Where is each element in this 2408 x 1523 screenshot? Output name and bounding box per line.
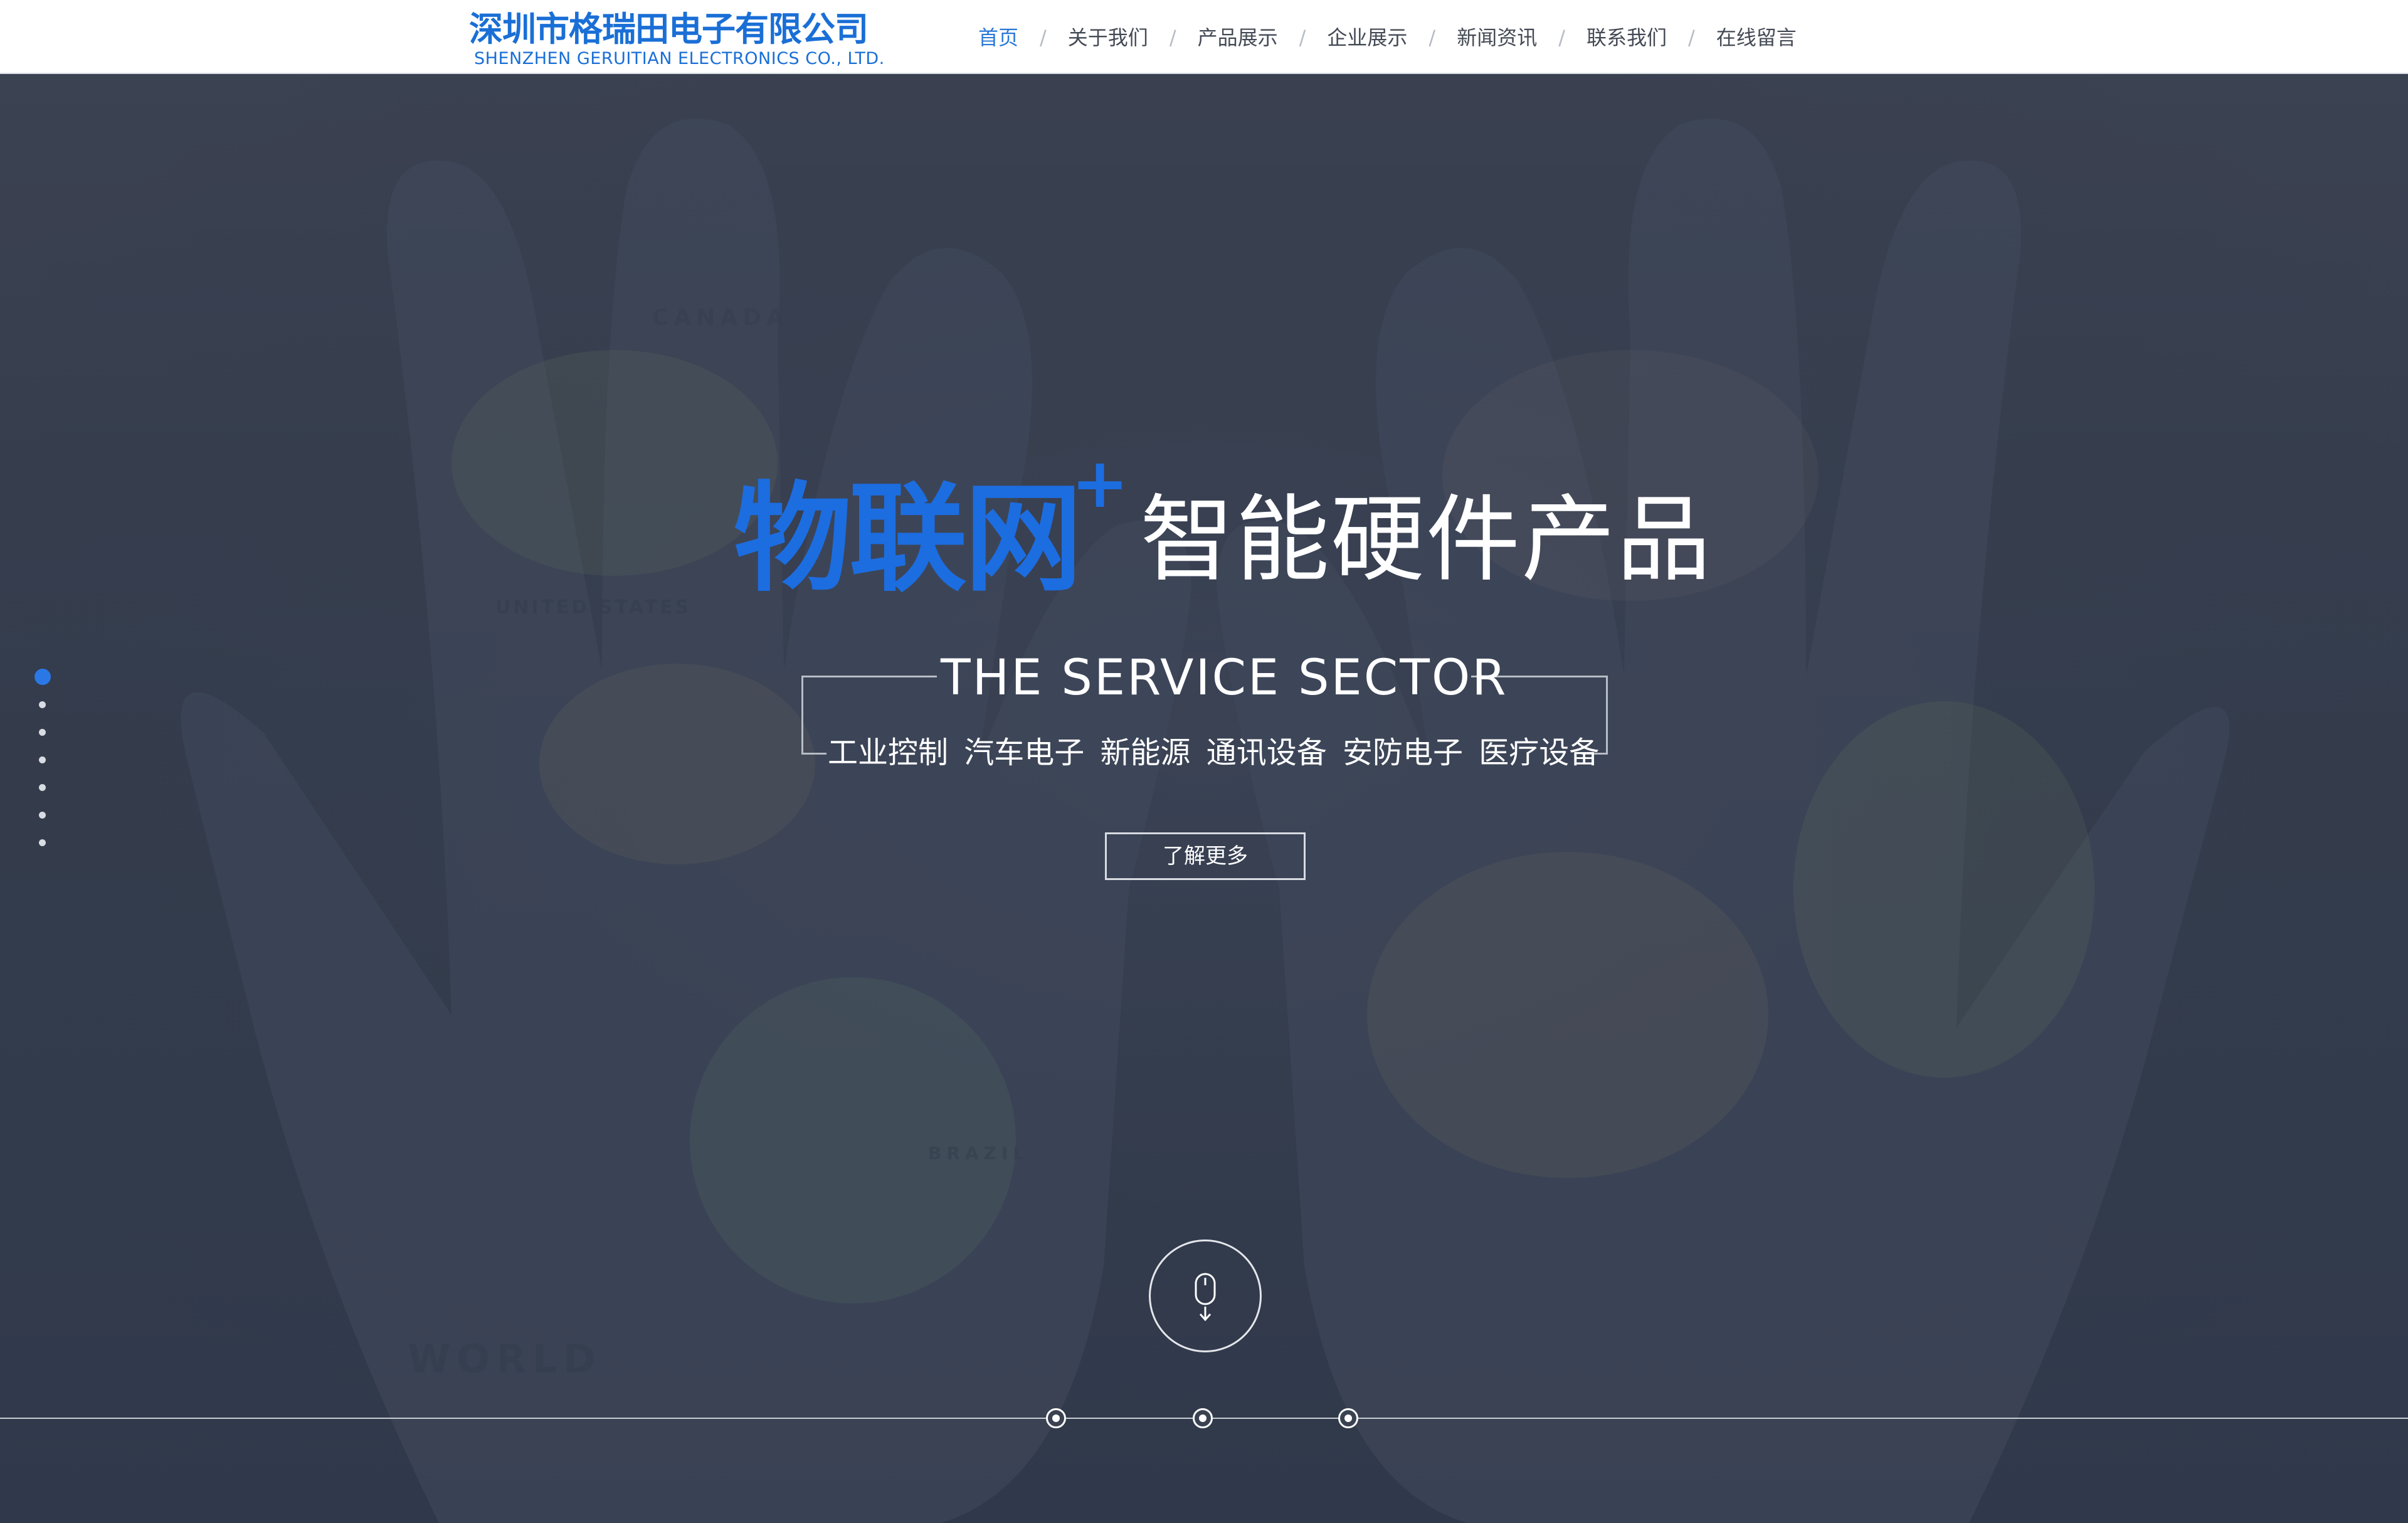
sector-frame-line (801, 753, 826, 755)
mouse-scroll-down-icon (1195, 1273, 1216, 1322)
slide-dot[interactable] (39, 701, 46, 708)
nav-item-news[interactable]: 新闻资讯 (1457, 19, 1537, 56)
headline-iot: 物联网 (734, 470, 1082, 608)
sector-frame-line (801, 676, 937, 677)
timeline-node[interactable] (1338, 1408, 1358, 1428)
main-nav: 首页 / 关于我们 / 产品展示 / 企业展示 / 新闻资讯 / 联系我们 / … (978, 19, 1797, 56)
nav-item-company[interactable]: 企业展示 (1327, 19, 1407, 56)
learn-more-button[interactable]: 了解更多 (1105, 832, 1306, 880)
nav-separator: / (1428, 26, 1436, 50)
hero-headline: 物联网 + 智能硬件产品 (727, 401, 1711, 627)
timeline-node[interactable] (1046, 1408, 1066, 1428)
slide-dot[interactable] (39, 839, 46, 846)
slide-pagination (33, 669, 51, 857)
slide-dot[interactable] (39, 784, 46, 791)
logo-english-name: SHENZHEN GERUITIAN ELECTRONICS CO., LTD. (474, 49, 885, 68)
headline-plus: + (1071, 443, 1129, 523)
logo-chinese-name: 深圳市格瑞田电子有限公司 (469, 9, 869, 49)
nav-item-home[interactable]: 首页 (978, 19, 1018, 56)
nav-item-contact[interactable]: 联系我们 (1587, 19, 1667, 56)
service-sector-list: 工业控制 汽车电子 新能源 通讯设备 安防电子 医疗设备 (828, 735, 1600, 770)
nav-item-about[interactable]: 关于我们 (1068, 19, 1148, 56)
nav-separator: / (1558, 26, 1565, 50)
nav-separator: / (1040, 26, 1047, 50)
hero-banner: CANADA UNITED STATES BRAZIL WORLD 物联网 + … (0, 74, 2408, 1523)
nav-separator: / (1688, 26, 1695, 50)
slide-dot[interactable] (39, 729, 46, 736)
nav-item-message[interactable]: 在线留言 (1716, 19, 1797, 56)
nav-separator: / (1169, 26, 1176, 50)
site-header: 深圳市格瑞田电子有限公司 SHENZHEN GERUITIAN ELECTRON… (0, 0, 2408, 74)
headline-smart-hardware: 智能硬件产品 (1140, 486, 1713, 595)
nav-item-products[interactable]: 产品展示 (1198, 19, 1278, 56)
nav-separator: / (1299, 26, 1306, 50)
scroll-down-button[interactable] (1149, 1239, 1262, 1352)
company-logo[interactable]: 深圳市格瑞田电子有限公司 SHENZHEN GERUITIAN ELECTRON… (469, 9, 885, 70)
slide-dot[interactable] (39, 756, 46, 763)
service-sector-title: THE SERVICE SECTOR (941, 650, 1508, 706)
slide-dot-active[interactable] (34, 669, 51, 685)
slide-dot[interactable] (39, 812, 46, 819)
timeline-node[interactable] (1193, 1408, 1213, 1428)
